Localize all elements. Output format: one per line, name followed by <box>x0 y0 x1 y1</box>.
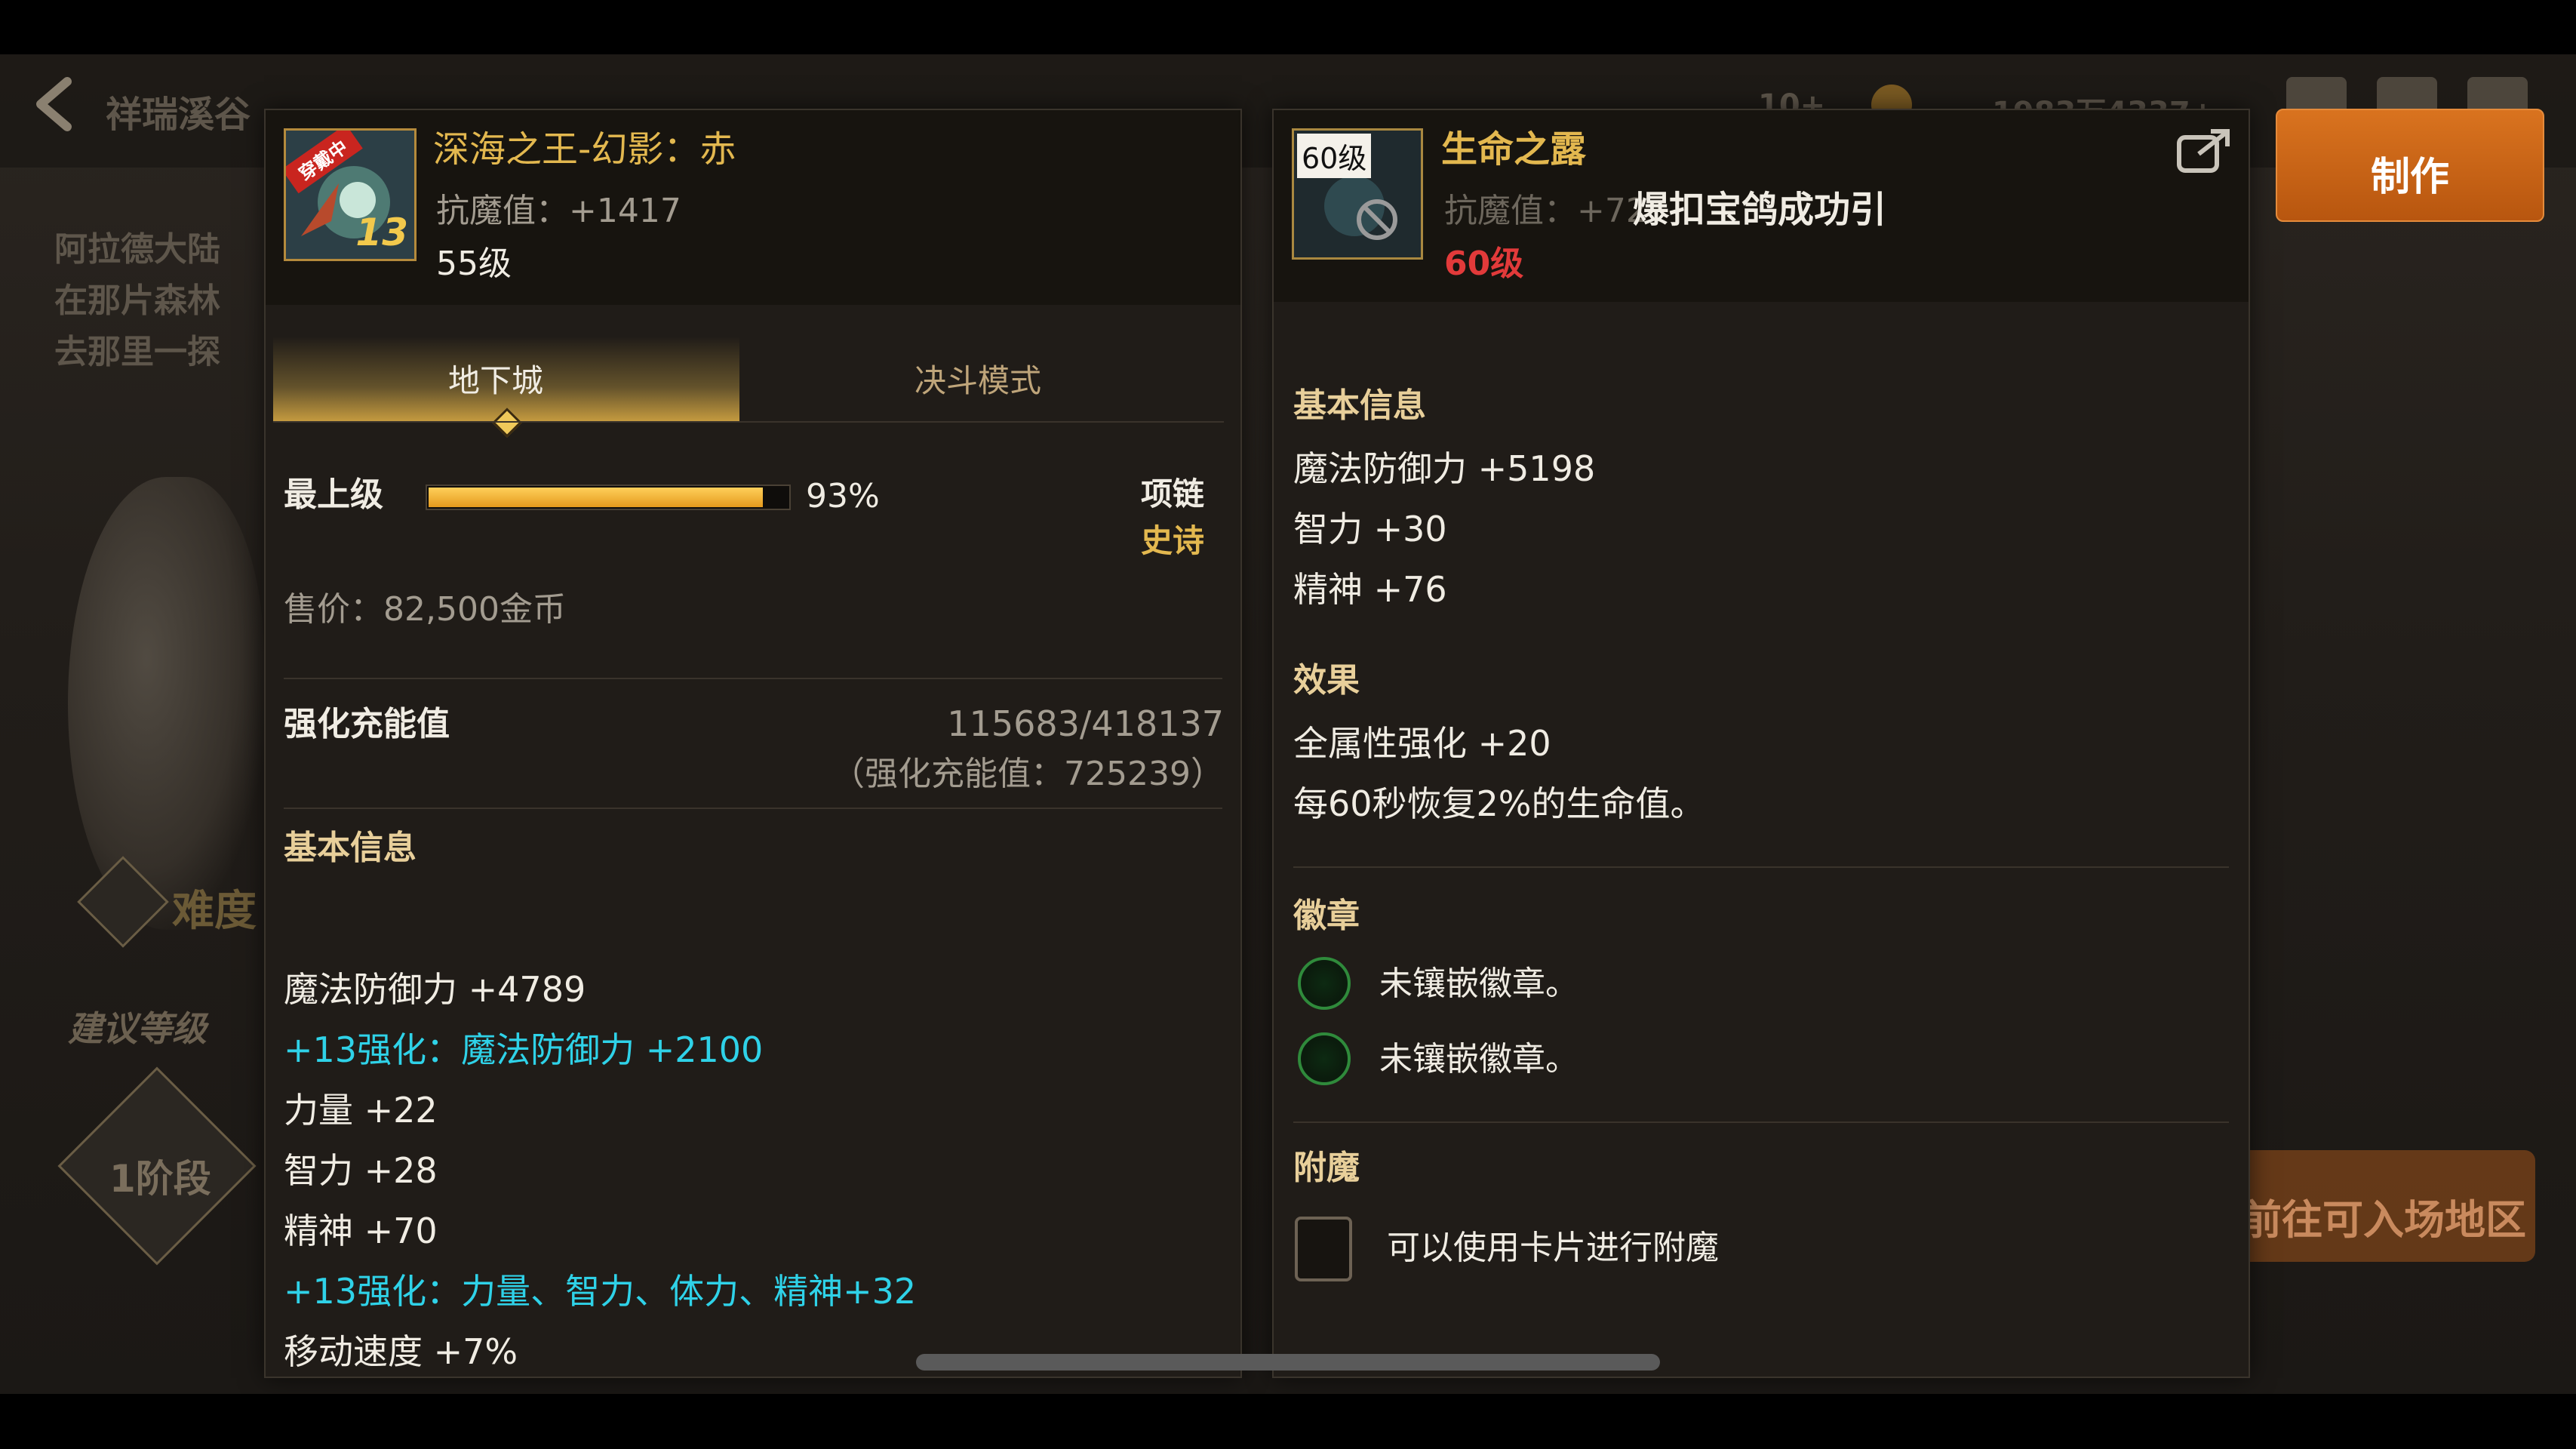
scroll-handle[interactable] <box>916 1354 1660 1371</box>
left-stat-line: 移动速度 +7% <box>284 1331 518 1372</box>
grade-label: 最上级 <box>284 475 383 514</box>
right-basic-stat-2: 智力 +30 <box>1293 509 1447 549</box>
grade-percent: 93% <box>806 477 880 515</box>
sale-price: 售价：82,500金币 <box>284 590 566 629</box>
charge-value: 115683/418137 <box>947 703 1224 744</box>
left-stat-line: 力量 +22 <box>284 1090 438 1131</box>
emblem-slot-1-label: 未镶嵌徽章。 <box>1379 964 1578 1003</box>
tab-underline <box>273 421 1224 423</box>
enhance-level-badge: 13 <box>355 211 408 254</box>
effect-title: 效果 <box>1293 661 1360 700</box>
enter-area-button-label: 前往可入场地区 <box>2241 1196 2526 1244</box>
equipped-item-level: 55级 <box>436 245 512 283</box>
background-character-art <box>68 477 264 930</box>
prohibited-icon <box>1354 197 1400 242</box>
make-button-label: 制作 <box>2370 155 2449 200</box>
right-basic-stat-1: 魔法防御力 +5198 <box>1293 448 1596 489</box>
background-desc-line-3: 去那里一探 <box>54 333 220 371</box>
enchant-text: 可以使用卡片进行附魔 <box>1387 1229 1719 1267</box>
overlay-subtitle-text: 爆扣宝鸽成功引 <box>1633 189 1887 231</box>
tab-duel-mode[interactable]: 决斗模式 <box>915 365 1041 397</box>
compare-level-badge: 60级 <box>1297 134 1372 178</box>
emblem-slot-2-label: 未镶嵌徽章。 <box>1379 1040 1578 1078</box>
game-screen: 祥瑞溪谷 10+ 1983万4337+ 阿拉德大陆 在那片森林 去那里一探 难度… <box>0 54 2576 1394</box>
left-basic-info-title: 基本信息 <box>284 829 417 867</box>
left-stat-line: +13强化：力量、智力、体力、精神+32 <box>284 1271 917 1312</box>
charge-label: 强化充能值 <box>284 705 450 743</box>
left-stat-line: +13强化：魔法防御力 +2100 <box>284 1029 764 1070</box>
enchant-title: 附魔 <box>1293 1149 1360 1187</box>
left-stat-line: 智力 +28 <box>284 1150 438 1191</box>
emblem-title: 徽章 <box>1293 897 1360 935</box>
emblem-slot-1[interactable] <box>1298 957 1351 1010</box>
right-basic-stat-3: 精神 +76 <box>1293 569 1447 610</box>
effect-line-1: 全属性强化 +20 <box>1293 723 1551 764</box>
tab-dungeon-label: 地下城 <box>448 362 544 399</box>
back-arrow-icon[interactable] <box>26 74 86 134</box>
background-desc-line-2: 在那片森林 <box>54 281 220 320</box>
equipped-item-stat-line: 抗魔值：+1417 <box>436 192 681 230</box>
effect-line-2: 每60秒恢复2%的生命值。 <box>1293 783 1705 824</box>
background-desc-line-1: 阿拉德大陆 <box>54 230 220 269</box>
equipped-item-icon: 穿戴中 13 <box>284 128 417 261</box>
left-stat-line: 魔法防御力 +4789 <box>284 969 586 1010</box>
grade-progress-bar <box>426 485 791 510</box>
compare-item-stat-line: 抗魔值：+72 <box>1444 192 1647 230</box>
right-divider-2 <box>1293 1121 2229 1123</box>
compare-item-name: 生命之露 <box>1441 128 1587 171</box>
equipped-item-name: 深海之王-幻影：赤 <box>433 128 736 171</box>
emblem-slot-2[interactable] <box>1298 1032 1351 1085</box>
background-title: 祥瑞溪谷 <box>106 94 251 136</box>
item-rarity: 史诗 <box>1141 522 1205 559</box>
background-recommend-label: 建议等级 <box>68 1008 207 1049</box>
compare-item-panel: 60级 生命之露 抗魔值：+72 爆扣宝鸽成功引 60级 基本信息 魔法防御力 … <box>1272 109 2250 1378</box>
equipped-item-panel: 穿戴中 13 深海之王-幻影：赤 抗魔值：+1417 55级 地下城 决斗模式 … <box>264 109 1242 1378</box>
divider-1 <box>284 678 1222 679</box>
right-basic-info-title: 基本信息 <box>1293 386 1426 425</box>
divider-2 <box>284 808 1222 809</box>
share-icon[interactable] <box>2176 127 2232 175</box>
left-stat-line: 精神 +70 <box>284 1211 438 1251</box>
compare-item-level: 60级 <box>1444 245 1524 283</box>
charge-total: （强化充能值：725239） <box>832 755 1224 793</box>
enchant-card-slot[interactable] <box>1295 1217 1352 1281</box>
make-button[interactable]: 制作 <box>2276 109 2544 222</box>
background-difficulty-label: 难度 <box>172 887 257 936</box>
grade-progress-fill <box>429 488 763 507</box>
right-divider-1 <box>1293 866 2229 868</box>
item-type: 项链 <box>1141 475 1205 512</box>
compare-item-icon: 60级 <box>1292 128 1423 260</box>
background-stage-label: 1阶段 <box>109 1157 211 1201</box>
